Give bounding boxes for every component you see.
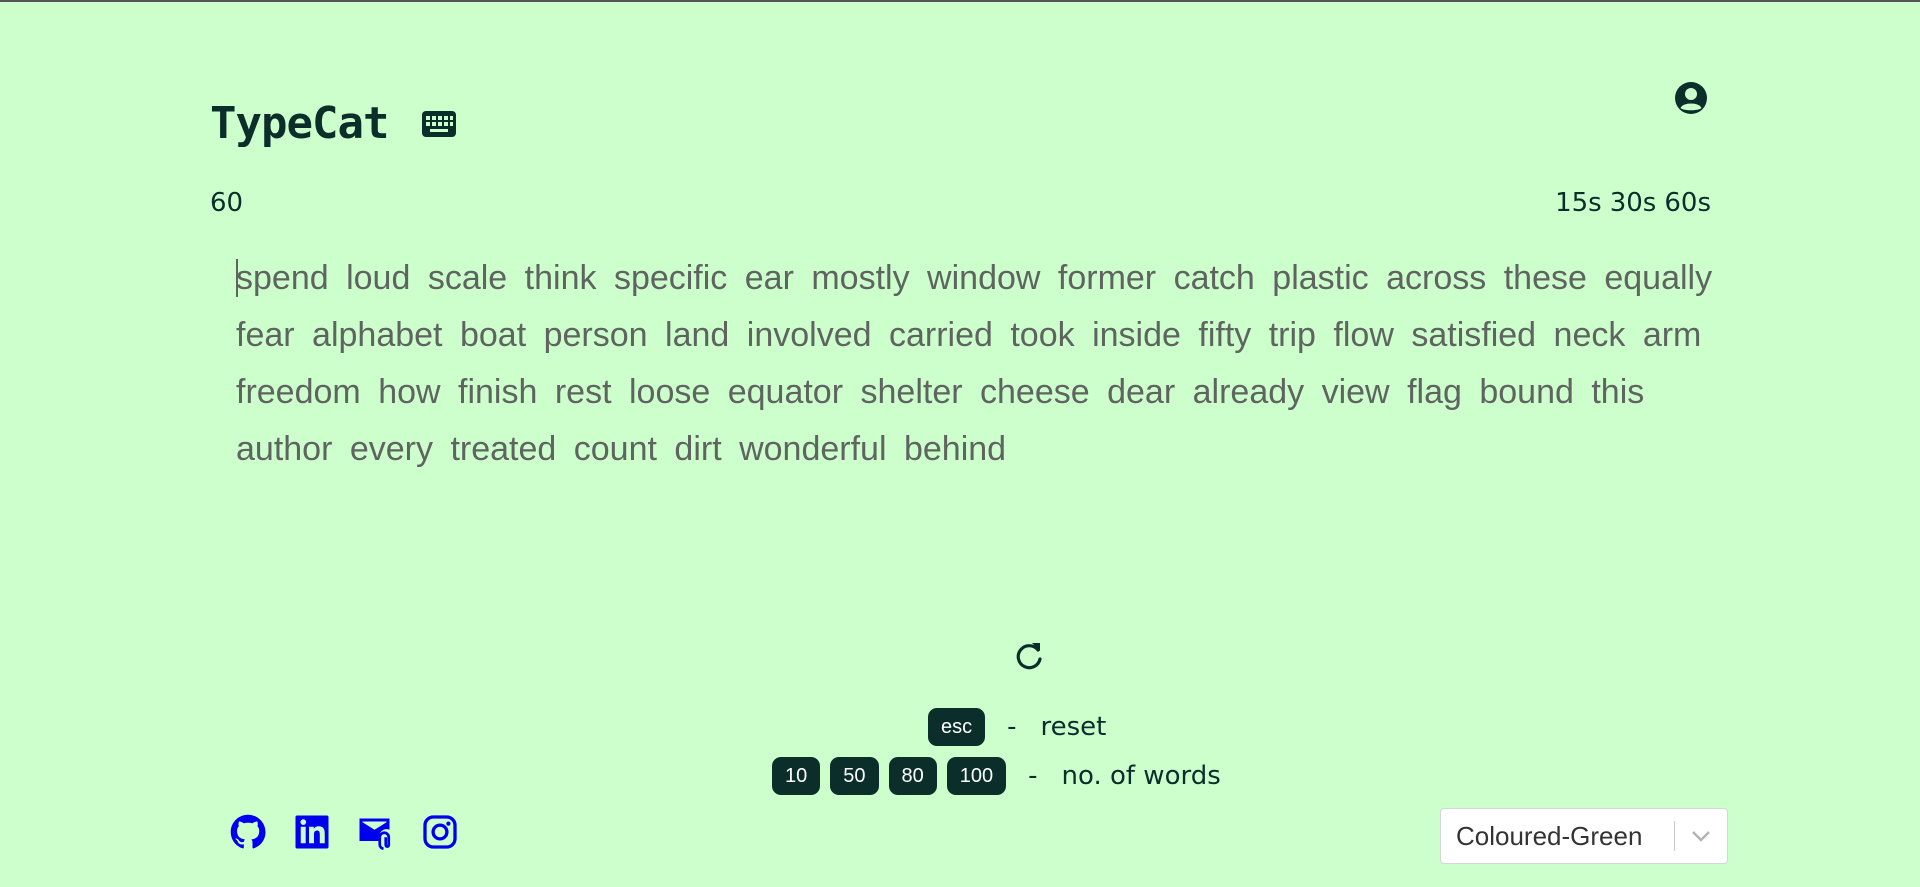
word: land	[665, 316, 730, 354]
word: view	[1321, 373, 1390, 411]
word: flag	[1407, 373, 1462, 411]
duration-option-30s[interactable]: 30s	[1610, 188, 1657, 218]
word: bound	[1479, 373, 1574, 411]
word: equally	[1604, 259, 1713, 297]
word: former	[1057, 259, 1157, 297]
word: involved	[746, 316, 872, 354]
word: loose	[628, 373, 711, 411]
social-links	[230, 814, 458, 850]
word: how	[378, 373, 441, 411]
linkedin-icon[interactable]	[294, 814, 330, 850]
word: freedom	[236, 373, 361, 411]
word: count	[573, 430, 657, 468]
top-border	[0, 0, 1920, 2]
word: behind	[903, 430, 1007, 468]
duration-option-15s[interactable]: 15s	[1555, 188, 1602, 218]
reset-label: reset	[1040, 712, 1107, 742]
word: already	[1192, 373, 1305, 411]
typing-text-area[interactable]: spend loud scale think specific ear most…	[236, 250, 1716, 478]
word: trip	[1268, 316, 1316, 354]
word: these	[1503, 259, 1587, 297]
duration-option-60s[interactable]: 60s	[1664, 188, 1711, 218]
word: loud	[346, 259, 411, 297]
word: specific	[613, 259, 728, 297]
chevron-down-icon[interactable]	[1675, 830, 1727, 842]
word-count-label: no. of words	[1061, 761, 1221, 791]
app-title: TypeCat	[210, 98, 389, 149]
word: this	[1591, 373, 1645, 411]
word: inside	[1092, 316, 1181, 354]
theme-select[interactable]: Coloured-Green	[1440, 808, 1728, 864]
word: dirt	[674, 430, 722, 468]
word: took	[1010, 316, 1075, 354]
word: satisfied	[1411, 316, 1537, 354]
word: author	[236, 430, 333, 468]
duration-selector: 15s 30s 60s	[1555, 188, 1711, 218]
logo: TypeCat	[210, 98, 457, 149]
word: arm	[1642, 316, 1702, 354]
word-count-50-button[interactable]: 50	[830, 757, 879, 795]
word-count-100-button[interactable]: 100	[946, 757, 1007, 795]
word: plastic	[1272, 259, 1369, 297]
word: boat	[459, 316, 527, 354]
word: shelter	[860, 373, 963, 411]
hint-dash: -	[1007, 712, 1017, 742]
word-count-80-button[interactable]: 80	[888, 757, 937, 795]
word: catch	[1173, 259, 1255, 297]
hint-dash: -	[1028, 761, 1038, 791]
word: person	[543, 316, 648, 354]
github-icon[interactable]	[230, 814, 266, 850]
word: alphabet	[312, 316, 443, 354]
word: window	[927, 259, 1041, 297]
theme-selected-value: Coloured-Green	[1456, 820, 1643, 851]
word: ear	[744, 259, 794, 297]
word: wonderful	[739, 430, 887, 468]
word: dear	[1107, 373, 1176, 411]
word: flow	[1333, 316, 1394, 354]
word: spend	[236, 259, 329, 297]
user-circle-icon[interactable]	[1674, 81, 1708, 115]
word: across	[1386, 259, 1487, 297]
keyboard-icon	[422, 110, 457, 137]
word-count-hint: 10 50 80 100 - no. of words	[772, 757, 1221, 795]
word: neck	[1553, 316, 1626, 354]
word-count-10-button[interactable]: 10	[772, 757, 821, 795]
instagram-icon[interactable]	[422, 814, 458, 850]
word: fifty	[1198, 316, 1252, 354]
word: finish	[458, 373, 538, 411]
word: fear	[236, 316, 295, 354]
word: treated	[450, 430, 557, 468]
reload-icon[interactable]	[1014, 640, 1044, 672]
word: think	[524, 259, 597, 297]
word: equator	[727, 373, 844, 411]
reset-hint: esc - reset	[928, 708, 1106, 746]
word: rest	[554, 373, 612, 411]
word: every	[349, 430, 433, 468]
mail-icon[interactable]	[358, 814, 394, 850]
word: mostly	[811, 259, 910, 297]
esc-key-chip[interactable]: esc	[928, 708, 986, 746]
word: cheese	[980, 373, 1090, 411]
timer-countdown: 60	[210, 188, 244, 218]
word: carried	[888, 316, 993, 354]
word: scale	[427, 259, 508, 297]
